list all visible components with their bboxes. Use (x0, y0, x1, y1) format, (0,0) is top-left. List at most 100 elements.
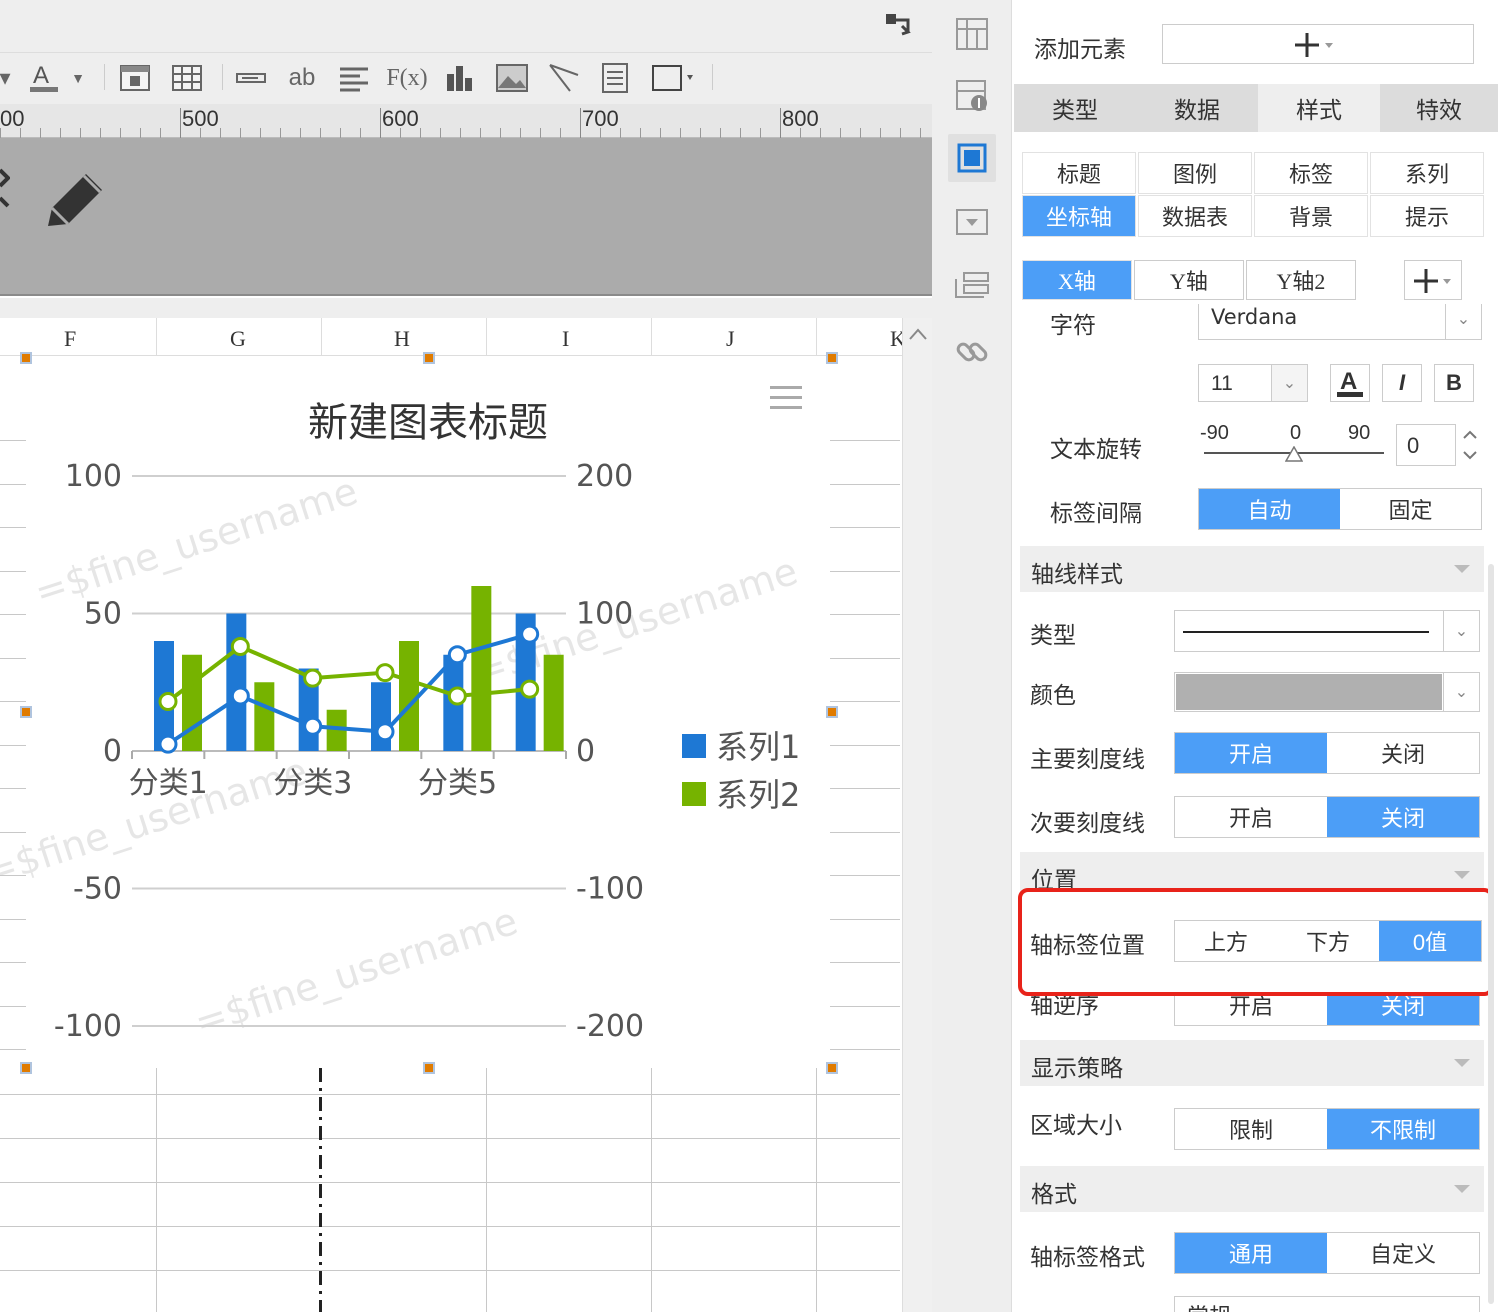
subtab-datasheet[interactable]: 数据表 (1138, 195, 1252, 237)
merge-cells-icon[interactable] (118, 60, 152, 96)
chevron-down-icon: ⌄ (1443, 673, 1479, 711)
line-color-select[interactable]: ⌄ (1174, 672, 1480, 712)
line-type-select[interactable]: ⌄ (1174, 610, 1480, 652)
column-divider (486, 318, 487, 356)
stepper-icon (1463, 430, 1477, 460)
font-color-icon[interactable]: A (26, 60, 62, 96)
add-axis-button[interactable] (1404, 260, 1462, 300)
column-label-j[interactable]: J (726, 326, 735, 352)
ruler-minor-tick (100, 128, 101, 138)
collapse-toolbar-icon[interactable] (884, 12, 912, 36)
ruler-minor-tick (560, 128, 561, 138)
number-format-select[interactable]: 常规 (1174, 1296, 1480, 1312)
grid-row-line (0, 701, 26, 702)
font-label: 字符 (1050, 312, 1096, 338)
axis-label-position-zero[interactable]: 0值 (1379, 921, 1481, 961)
subtab-tooltip[interactable]: 提示 (1370, 195, 1484, 237)
collapse-caret-icon (1454, 1059, 1470, 1067)
area-size-unlimited[interactable]: 不限制 (1327, 1109, 1479, 1149)
label-interval-auto[interactable]: 自动 (1199, 489, 1340, 529)
subtab-legend[interactable]: 图例 (1138, 152, 1252, 194)
vertical-scrollbar[interactable] (902, 318, 932, 1312)
subtab-axis[interactable]: 坐标轴 (1022, 195, 1136, 237)
axis-label-position-top[interactable]: 上方 (1175, 921, 1277, 961)
tab-style[interactable]: 样式 (1258, 84, 1380, 132)
axis-label-position-bottom[interactable]: 下方 (1277, 921, 1379, 961)
axis-tab-y[interactable]: Y轴 (1134, 260, 1244, 300)
label-interval-fixed[interactable]: 固定 (1340, 489, 1481, 529)
edit-pencil-icon[interactable] (40, 164, 110, 234)
ruler-minor-tick (840, 128, 841, 138)
tab-effects[interactable]: 特效 (1380, 84, 1498, 132)
column-label-h[interactable]: H (394, 326, 410, 352)
subtab-series[interactable]: 系列 (1370, 152, 1484, 194)
rotation-slider-thumb[interactable] (1285, 446, 1303, 462)
add-element-button[interactable] (1162, 24, 1474, 64)
axis-tab-x[interactable]: X轴 (1022, 260, 1132, 300)
section-title: 显示策略 (1031, 1055, 1123, 1081)
grid-row-line (0, 1094, 900, 1095)
ruler-minor-tick (660, 128, 661, 138)
partial-icon (0, 168, 10, 208)
column-label-i[interactable]: I (562, 326, 569, 352)
tab-data[interactable]: 数据 (1136, 84, 1258, 132)
area-size-limit[interactable]: 限制 (1175, 1109, 1327, 1149)
list-icon[interactable] (948, 262, 996, 310)
table-grid-icon[interactable] (170, 60, 204, 96)
grid-row-line (830, 832, 900, 833)
subtab-background[interactable]: 背景 (1254, 195, 1368, 237)
subtab-label[interactable]: 标签 (1254, 152, 1368, 194)
grid-row-line (0, 1049, 26, 1050)
slash-cell-icon[interactable] (546, 60, 582, 96)
scroll-up-icon[interactable] (907, 326, 929, 342)
toolbar-divider (104, 64, 105, 90)
image-icon[interactable] (494, 60, 530, 96)
font-color-dropdown-icon[interactable]: ▼ (70, 60, 86, 96)
axis-label-format-general[interactable]: 通用 (1175, 1233, 1327, 1273)
grid-row-line (0, 484, 26, 485)
font-size-select[interactable]: 11 ⌄ (1198, 364, 1308, 402)
font-family-select[interactable]: Verdana ⌄ (1198, 304, 1482, 340)
rotation-stepper[interactable] (1458, 424, 1482, 466)
widget-settings-icon[interactable] (948, 72, 996, 120)
minor-tick-off[interactable]: 关闭 (1327, 797, 1479, 837)
chart[interactable]: =$fine_username=$fine_username=$fine_use… (0, 356, 902, 1068)
column-label-f[interactable]: F (64, 326, 76, 352)
paragraph-icon[interactable] (336, 60, 372, 96)
axis-line-style-header[interactable]: 轴线样式 (1020, 546, 1484, 592)
subtab-title[interactable]: 标题 (1022, 152, 1136, 194)
rotation-value: 0 (1407, 433, 1420, 458)
font-color-button[interactable]: A (1330, 364, 1370, 402)
axis-label-format-custom[interactable]: 自定义 (1327, 1233, 1479, 1273)
axis-tab-y2[interactable]: Y轴2 (1246, 260, 1356, 300)
cell-attribute-icon[interactable] (948, 10, 996, 58)
ruler-minor-tick (620, 128, 621, 138)
rotation-input[interactable]: 0 (1396, 424, 1456, 466)
major-tick-on[interactable]: 开启 (1175, 733, 1327, 773)
column-label-g[interactable]: G (230, 326, 246, 352)
border-icon[interactable] (648, 60, 700, 96)
formula-icon[interactable]: F(x) (386, 60, 427, 96)
hyperlink-icon[interactable] (948, 328, 996, 376)
tab-type[interactable]: 类型 (1014, 84, 1136, 132)
dropdown-arrow-icon[interactable]: ▾ (0, 60, 11, 96)
chart-icon[interactable] (442, 60, 478, 96)
panel-scrollbar[interactable] (1488, 564, 1494, 1304)
text-field-icon[interactable] (234, 60, 268, 96)
display-strategy-header[interactable]: 显示策略 (1020, 1040, 1484, 1086)
area-size-toggle: 限制 不限制 (1174, 1108, 1480, 1150)
minor-tick-on[interactable]: 开启 (1175, 797, 1327, 837)
popup-icon[interactable] (948, 198, 996, 246)
major-tick-label: 主要刻度线 (1030, 746, 1145, 772)
svg-text:A: A (1340, 368, 1357, 395)
bold-button[interactable]: B (1434, 364, 1474, 402)
bar-series1 (226, 613, 247, 751)
sub-report-icon[interactable] (598, 60, 632, 96)
format-header[interactable]: 格式 (1020, 1166, 1484, 1212)
grid-row-line (0, 919, 26, 920)
text-ab-icon[interactable]: ab (284, 60, 320, 96)
chart-properties-icon[interactable] (948, 134, 996, 182)
italic-button[interactable]: I (1382, 364, 1422, 402)
column-label-k[interactable]: K (890, 326, 902, 352)
major-tick-off[interactable]: 关闭 (1327, 733, 1479, 773)
